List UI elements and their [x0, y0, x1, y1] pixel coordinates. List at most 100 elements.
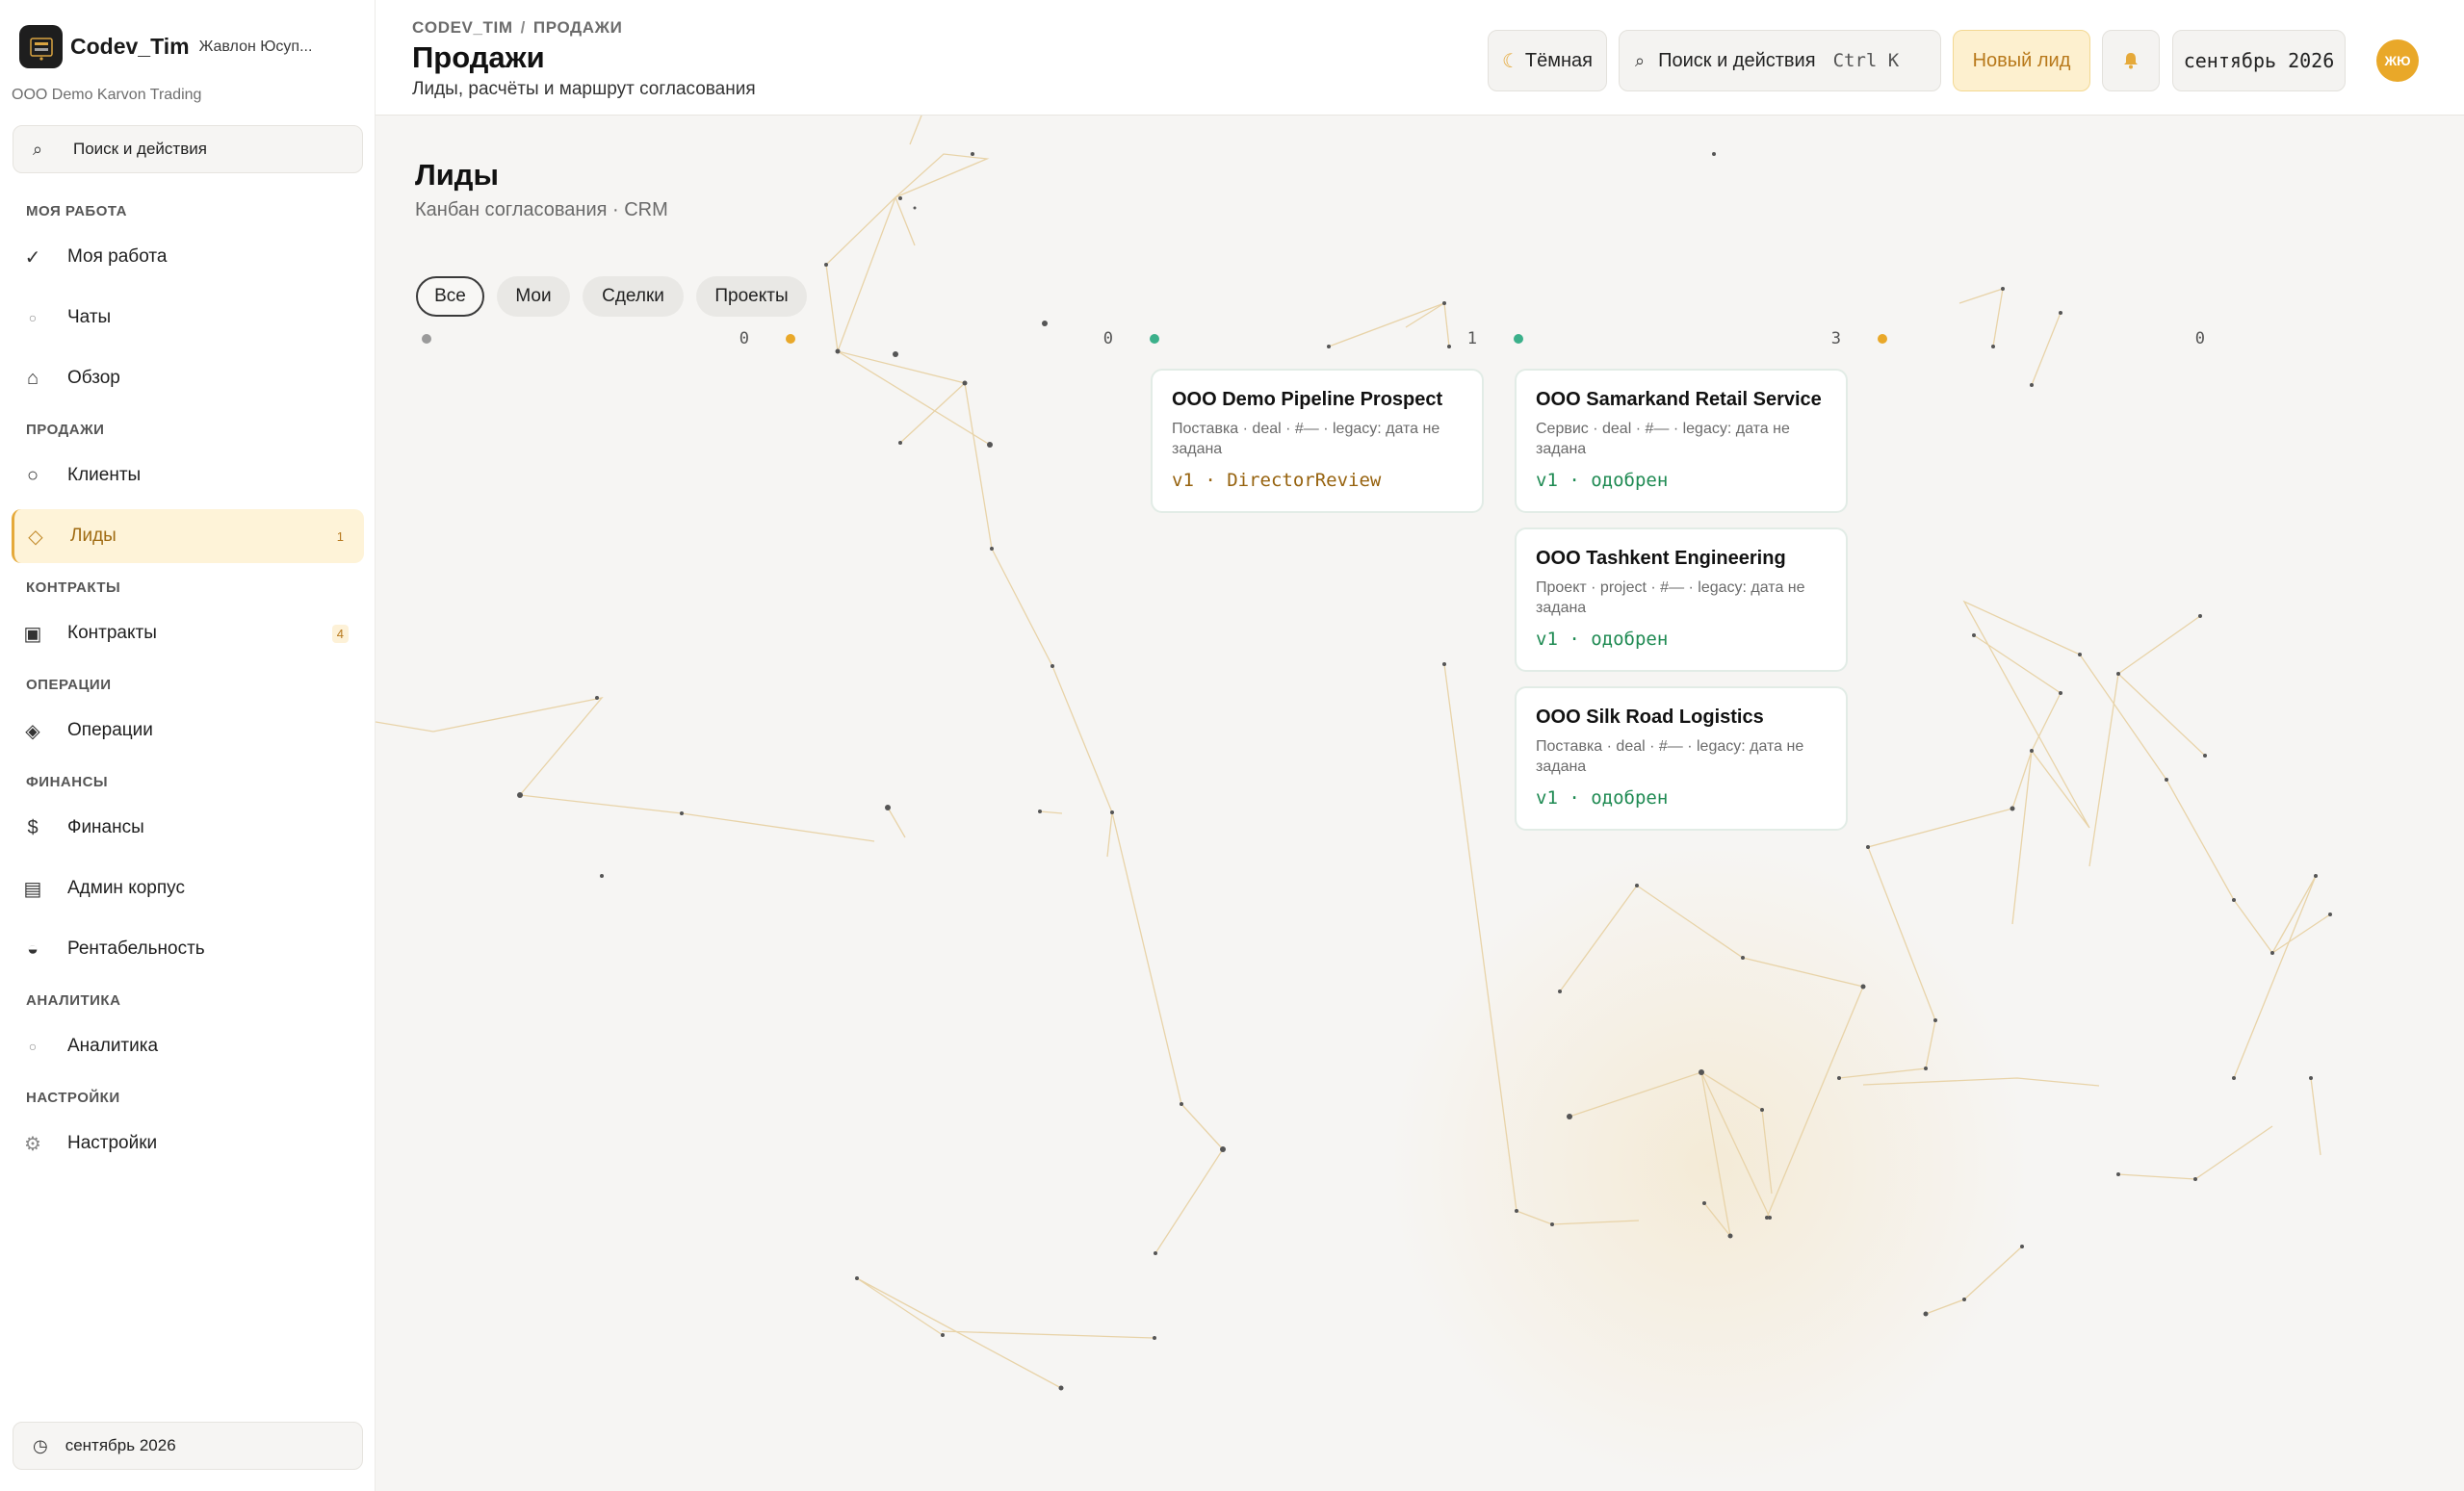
sidebar-item-my-work[interactable]: ✓ Моя работа	[12, 230, 364, 284]
logo-icon	[19, 25, 63, 68]
header-title: Продажи	[412, 40, 545, 74]
section-my-work: МОЯ РАБОТА	[26, 203, 127, 219]
sidebar-item-contracts[interactable]: ▣ Контракты 4	[12, 606, 364, 660]
column-status-dot	[1514, 334, 1523, 344]
sidebar-item-finance[interactable]: $ Финансы	[12, 801, 364, 855]
lead-card[interactable]: OOO Samarkand Retail Service Сервис · de…	[1515, 369, 1848, 513]
period-label: сентябрь 2026	[65, 1436, 176, 1454]
period-selector[interactable]: ◷ сентябрь 2026	[13, 1422, 363, 1470]
brand-name: Codev_Tim	[70, 34, 190, 59]
column-count: 0	[1102, 329, 1113, 348]
lead-card-meta: Поставка · deal · #— · legacy: дата не з…	[1536, 738, 1804, 775]
lead-card-status: v1 · одобрен	[1536, 629, 1669, 650]
sidebar-item-leads[interactable]: ◇ Лиды 1	[12, 509, 364, 563]
sidebar-item-label: Админ корпус	[67, 878, 185, 898]
section-finance: ФИНАНСЫ	[26, 774, 109, 790]
sidebar-item-admin[interactable]: ▤ Админ корпус	[12, 861, 364, 915]
half-circle-icon: ◒	[26, 938, 39, 960]
section-sales: ПРОДАЖИ	[26, 422, 105, 438]
section-settings: НАСТРОЙКИ	[26, 1090, 120, 1106]
lead-card[interactable]: OOO Tashkent Engineering Проект · projec…	[1515, 527, 1848, 672]
contracts-count-badge: 4	[331, 624, 349, 643]
leads-count-badge: 1	[336, 528, 344, 544]
lead-card-meta: Сервис · deal · #— · legacy: дата не зад…	[1536, 421, 1790, 457]
sidebar-item-operations[interactable]: ◈ Операции	[12, 704, 364, 758]
sidebar-item-label: Рентабельность	[67, 938, 205, 959]
kanban-column-header: 3	[1508, 329, 1854, 348]
lead-card-meta: Проект · project · #— · legacy: дата не …	[1536, 579, 1805, 616]
sidebar-item-clients[interactable]: ○ Клиенты	[12, 449, 364, 502]
page-title: Лиды	[415, 158, 499, 192]
sidebar-item-label: Лиды	[70, 526, 117, 546]
command-search-button[interactable]: ⌕ Поиск и действия Ctrl K	[1619, 30, 1941, 91]
breadcrumb-root[interactable]: CODEV_TIM	[412, 18, 513, 37]
lead-card-title: OOO Silk Road Logistics	[1536, 707, 1764, 728]
bell-icon	[2124, 53, 2138, 69]
diamond-filled-icon: ◈	[25, 720, 40, 742]
breadcrumb-separator: /	[520, 18, 526, 37]
avatar[interactable]: ЖЮ	[2376, 39, 2419, 82]
list-icon: ▤	[23, 878, 42, 900]
theme-label: Тёмная	[1524, 49, 1594, 71]
square-icon: ▣	[23, 623, 42, 645]
command-search-label: Поиск и действия	[1658, 49, 1816, 71]
notifications-button[interactable]	[2102, 30, 2160, 91]
lead-card[interactable]: OOO Silk Road Logistics Поставка · deal …	[1515, 686, 1848, 831]
kanban-column-header: 0	[416, 329, 763, 348]
sidebar-item-label: Настройки	[67, 1133, 158, 1153]
kanban-column-header: 0	[780, 329, 1127, 348]
lead-card-status: v1 · одобрен	[1536, 470, 1669, 491]
organization-name: OOO Demo Karvon Trading	[12, 87, 202, 103]
filter-all[interactable]: Все	[416, 276, 484, 317]
sidebar-item-settings[interactable]: ⚙ Настройки	[12, 1117, 364, 1170]
lead-card[interactable]: OOO Demo Pipeline Prospect Поставка · de…	[1151, 369, 1484, 513]
search-shortcut: Ctrl K	[1832, 50, 1900, 71]
user-name: Жавлон Юсуп...	[198, 38, 313, 55]
filter-mine[interactable]: Мои	[497, 276, 570, 317]
sidebar-item-chats[interactable]: ○ Чаты	[12, 291, 364, 345]
sidebar-search-label: Поиск и действия	[73, 140, 207, 158]
diamond-icon: ◇	[28, 526, 43, 548]
filter-projects[interactable]: Проекты	[696, 276, 807, 317]
column-count: 0	[739, 329, 749, 348]
sidebar-search[interactable]: ⌕ Поиск и действия	[13, 125, 363, 173]
circle-small-icon: ○	[28, 1039, 38, 1054]
kanban-column-header: 1	[1144, 329, 1491, 348]
section-analytics: АНАЛИТИКА	[26, 992, 121, 1009]
lead-card-meta: Поставка · deal · #— · legacy: дата не з…	[1172, 421, 1440, 457]
sidebar-item-label: Обзор	[67, 368, 120, 388]
sidebar-item-overview[interactable]: ⌂ Обзор	[12, 351, 364, 405]
lead-card-status: v1 · одобрен	[1536, 787, 1669, 809]
brand[interactable]: Codev_Tim Жавлон Юсуп...	[19, 25, 312, 68]
filter-deals[interactable]: Сделки	[583, 276, 684, 317]
lead-card-title: OOO Samarkand Retail Service	[1536, 389, 1822, 410]
page-subtitle: Канбан согласования · CRM	[415, 199, 668, 220]
search-icon: ⌕	[33, 139, 43, 159]
sidebar-item-analytics[interactable]: ○ Аналитика	[12, 1019, 364, 1073]
search-icon: ⌕	[1635, 50, 1646, 70]
clock-icon: ◷	[33, 1435, 48, 1455]
section-operations: ОПЕРАЦИИ	[26, 677, 112, 693]
sidebar-item-label: Операции	[67, 720, 153, 740]
sidebar-item-label: Чаты	[67, 307, 112, 327]
sidebar: Codev_Tim Жавлон Юсуп... OOO Demo Karvon…	[0, 0, 376, 1491]
sidebar-item-profitability[interactable]: ◒ Рентабельность	[12, 922, 364, 976]
section-contracts: КОНТРАКТЫ	[26, 579, 121, 596]
theme-toggle-button[interactable]: ☾ Тёмная	[1488, 30, 1607, 91]
breadcrumb: CODEV_TIM / ПРОДАЖИ	[412, 18, 622, 38]
kanban-column-header: 0	[1872, 329, 2218, 348]
period-button[interactable]: сентябрь 2026	[2172, 30, 2346, 91]
column-count: 1	[1466, 329, 1477, 348]
sidebar-item-label: Моя работа	[67, 246, 168, 267]
moon-icon: ☾	[1501, 50, 1519, 72]
new-lead-button[interactable]: Новый лид	[1953, 30, 2090, 91]
sidebar-item-label: Финансы	[67, 817, 144, 837]
column-status-dot	[1878, 334, 1887, 344]
home-icon: ⌂	[26, 367, 39, 389]
top-header: CODEV_TIM / ПРОДАЖИ Продажи Лиды, расчёты …	[376, 0, 2464, 116]
chat-icon: ○	[28, 310, 38, 325]
breadcrumb-current: ПРОДАЖИ	[532, 18, 623, 37]
network-background	[376, 116, 2332, 1482]
lead-card-status: v1 · DirectorReview	[1172, 470, 1382, 491]
lead-card-title: OOO Tashkent Engineering	[1536, 548, 1786, 569]
